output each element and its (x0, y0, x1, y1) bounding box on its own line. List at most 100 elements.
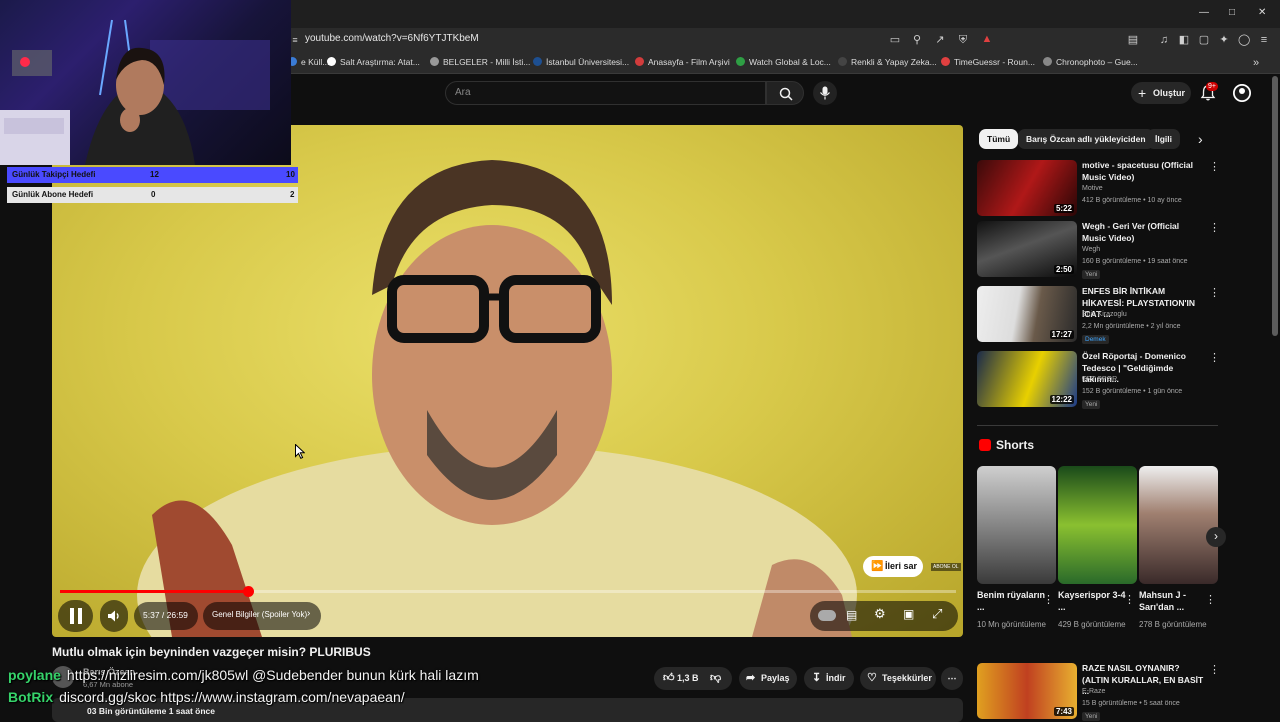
download-button[interactable]: ↧ İndir (804, 667, 854, 690)
music-icon[interactable]: ♫ (1158, 34, 1170, 46)
bookmark-label: Chronophoto – Gue... (1056, 57, 1138, 67)
bookmark-item[interactable]: İstanbul Üniversitesi... (533, 57, 629, 67)
settings-icon[interactable]: ⚙ (874, 606, 886, 622)
bookmark-label: Salt Araştırma: Atat... (340, 57, 420, 67)
more-vert-icon[interactable]: ⋮ (1209, 286, 1220, 299)
menu-icon[interactable]: ≡ (1258, 34, 1270, 46)
miniplayer-icon[interactable]: ▣ (903, 607, 914, 621)
rec-channel[interactable]: E-Raze (1082, 688, 1105, 695)
extension-icon[interactable]: ▲ (981, 33, 993, 45)
more-vert-icon[interactable]: ⋮ (1209, 663, 1220, 676)
search-placeholder: Ara (455, 87, 471, 98)
subtitles-icon[interactable]: ▤ (846, 608, 857, 622)
rec-item[interactable]: 12:22 Özel Röportaj - Domenico Tedesco |… (977, 351, 1220, 409)
share-button[interactable]: ➦ Paylaş (739, 667, 797, 690)
page-scrollbar[interactable] (1272, 76, 1278, 336)
vpn-icon[interactable]: ◯ (1238, 34, 1250, 46)
shorts-next-icon[interactable]: › (1206, 527, 1226, 547)
short-title[interactable]: Mahsun J - Sarı'dan ... (1139, 589, 1209, 613)
short-thumbnail[interactable] (977, 466, 1056, 584)
rec-thumbnail[interactable]: 7:43 (977, 663, 1077, 719)
skip-ahead-button[interactable]: ⏩ İleri sar (863, 556, 923, 577)
rec-meta: 2,2 Mn görüntüleme • 2 yıl önce (1082, 323, 1181, 330)
autoplay-toggle[interactable] (818, 610, 836, 621)
rec-item[interactable]: 7:43 RAZE NASIL OYNANIR?(ALTIN KURALLAR,… (977, 663, 1220, 721)
bookmark-item[interactable]: Anasayfa - Film Arşivi (635, 57, 730, 67)
chapter-button[interactable]: Genel Bilgiler (Spoiler Yok) › (203, 602, 321, 630)
more-bookmarks-icon[interactable]: » (1250, 57, 1262, 69)
rec-item[interactable]: 5:22 motive - spacetusu (Official Music … (977, 160, 1220, 216)
shield-icon[interactable]: ⛨ (957, 34, 969, 46)
bookmark-item[interactable]: Renkli & Yapay Zeka... (838, 57, 937, 67)
mouse-cursor-icon (295, 444, 305, 459)
bookmark-label: İstanbul Üniversitesi... (546, 57, 630, 67)
bookmark-item[interactable]: Watch Global & Loc... (736, 57, 831, 67)
sidebar-toggle-icon[interactable]: ▤ (1127, 34, 1139, 46)
more-vert-icon[interactable]: ⋮ (1209, 221, 1220, 234)
new-badge: Yeni (1082, 400, 1101, 409)
duration-badge: 7:43 (1053, 707, 1074, 716)
short-title[interactable]: Kayserispor 3-4 ... (1058, 589, 1128, 613)
bookmark-favicon-icon (1043, 57, 1052, 66)
more-vert-icon[interactable]: ⋮ (1209, 351, 1220, 364)
bookmark-item[interactable]: TimeGuessr - Roun... (941, 57, 1035, 67)
chip-all[interactable]: Tümü (979, 129, 1019, 149)
panel-icon[interactable]: ◧ (1178, 34, 1190, 46)
thumbs-down-icon[interactable]: 👎︎ (710, 667, 721, 690)
short-thumbnail[interactable] (1058, 466, 1137, 584)
thanks-button[interactable]: ♡ Teşekkürler (860, 667, 936, 690)
rec-thumbnail[interactable]: 12:22 (977, 351, 1077, 407)
goal-row-followers: Günlük Takipçi Hedefi 12 10 (7, 167, 298, 183)
rec-channel[interactable]: Enis Kirazoglu (1082, 311, 1127, 318)
rec-thumbnail[interactable]: 17:27 (977, 286, 1077, 342)
rec-thumbnail[interactable]: 2:50 (977, 221, 1077, 277)
short-thumbnail[interactable] (1139, 466, 1218, 584)
rec-title[interactable]: Wegh - Geri Ver (Official Music Video) (1082, 221, 1204, 244)
fullscreen-icon[interactable]: ⤢ (932, 606, 942, 622)
voice-search-button[interactable] (813, 81, 837, 105)
close-icon[interactable]: ✕ (1258, 7, 1266, 18)
bookmark-item[interactable]: BELGELER - Milli İsti... (430, 57, 530, 67)
more-vert-icon[interactable]: ⋮ (1205, 593, 1216, 606)
rec-channel[interactable]: TRT SPOR (1082, 376, 1117, 383)
webcam-frame (0, 19, 270, 165)
cast-icon[interactable]: ▭ (889, 34, 901, 46)
minimize-icon[interactable]: — (1199, 7, 1209, 18)
tag-badge: Demek (1082, 335, 1109, 344)
mute-button[interactable] (100, 600, 128, 632)
zoom-icon[interactable]: ⚲ (911, 34, 923, 46)
more-vert-icon[interactable]: ⋮ (1043, 593, 1054, 606)
plus-icon: + (1138, 85, 1147, 101)
more-vert-icon[interactable]: ⋮ (1209, 160, 1220, 173)
rec-title[interactable]: motive - spacetusu (Official Music Video… (1082, 160, 1204, 183)
rec-item[interactable]: 2:50 Wegh - Geri Ver (Official Music Vid… (977, 221, 1220, 279)
pause-button[interactable] (58, 600, 93, 632)
short-title[interactable]: Benim rüyaların ... (977, 589, 1047, 613)
rec-channel[interactable]: Motive (1082, 185, 1103, 192)
create-button[interactable]: + Oluştur (1131, 82, 1191, 104)
chip-related[interactable]: İlgili (1147, 129, 1180, 149)
subscribe-watermark[interactable]: ABONE OL (931, 563, 961, 571)
bookmark-favicon-icon (838, 57, 847, 66)
rec-thumbnail[interactable]: 5:22 (977, 160, 1077, 216)
chip-from-uploader[interactable]: Barış Özcan adlı yükleyiciden (1018, 129, 1154, 149)
divider (977, 425, 1218, 426)
url-text[interactable]: youtube.com/watch?v=6Nf6YTJTKbeM (305, 33, 479, 44)
rec-item[interactable]: 17:27 ENFES BİR İNTİKAM HİKAYESİ: PLAYST… (977, 286, 1220, 344)
short-views: 278 B görüntüleme (1139, 620, 1207, 629)
like-button[interactable]: 👍︎ 1,3 B (659, 667, 709, 690)
rec-channel[interactable]: Wegh (1082, 246, 1100, 253)
bookmark-item[interactable]: Chronophoto – Gue... (1043, 57, 1138, 67)
maximize-icon[interactable]: □ (1229, 7, 1235, 18)
more-vert-icon[interactable]: ⋮ (1124, 593, 1135, 606)
wallet-icon[interactable]: ▢ (1198, 34, 1210, 46)
account-avatar[interactable] (1233, 84, 1251, 102)
chevron-right-icon[interactable]: › (1198, 131, 1203, 147)
search-input[interactable] (445, 81, 766, 105)
ai-icon[interactable]: ✦ (1218, 34, 1230, 46)
bookmark-item[interactable]: e Küll... (288, 57, 329, 67)
more-actions-button[interactable]: ⋯ (941, 667, 963, 690)
bookmark-item[interactable]: Salt Araştırma: Atat... (327, 57, 420, 67)
search-button[interactable] (766, 81, 804, 105)
share-page-icon[interactable]: ↗ (934, 34, 946, 46)
